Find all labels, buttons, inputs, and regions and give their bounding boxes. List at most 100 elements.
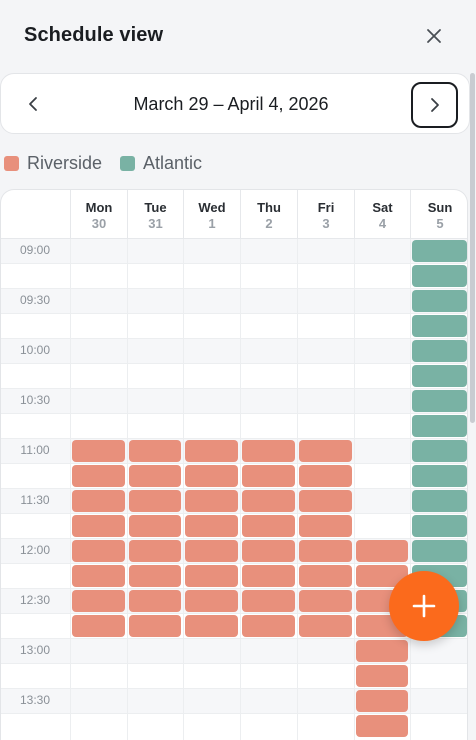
event-block-riverside[interactable] [242, 440, 295, 462]
event-block-riverside[interactable] [129, 440, 181, 462]
close-icon [427, 29, 441, 43]
legend-item-riverside: Riverside [4, 153, 102, 174]
plus-icon [412, 594, 436, 618]
day-name: Fri [317, 200, 335, 215]
event-block-riverside[interactable] [242, 540, 295, 562]
calendar-grid: 09:00 09:30 10:00 10:30 11:00 11:30 12:00 12:30… [0, 189, 468, 740]
event-block-riverside[interactable] [185, 440, 238, 462]
day-name: Mon [85, 200, 113, 215]
time-label: 10:00 [19, 343, 51, 357]
event-block-atlantic[interactable] [412, 240, 467, 262]
event-block-riverside[interactable] [72, 565, 125, 587]
previous-week-button[interactable] [19, 90, 47, 118]
event-block-riverside[interactable] [356, 640, 408, 662]
event-block-riverside[interactable] [356, 690, 408, 712]
event-block-riverside[interactable] [72, 490, 125, 512]
event-block-riverside[interactable] [356, 715, 408, 737]
event-block-atlantic[interactable] [412, 465, 467, 487]
event-block-riverside[interactable] [242, 465, 295, 487]
day-name: Sun [427, 200, 453, 215]
event-block-riverside[interactable] [129, 515, 181, 537]
next-week-button[interactable] [411, 82, 458, 128]
time-label: 13:00 [19, 643, 51, 657]
event-block-atlantic[interactable] [412, 515, 467, 537]
event-block-atlantic[interactable] [412, 340, 467, 362]
event-block-riverside[interactable] [129, 615, 181, 637]
time-label: 09:30 [19, 293, 51, 307]
scrollbar[interactable] [470, 73, 475, 423]
legend-label: Riverside [27, 152, 103, 173]
event-block-riverside[interactable] [299, 615, 352, 637]
event-block-riverside[interactable] [72, 515, 125, 537]
column-divider [240, 238, 241, 740]
event-block-atlantic[interactable] [412, 365, 467, 387]
time-slot-row[interactable] [1, 363, 467, 388]
event-block-atlantic[interactable] [412, 415, 467, 437]
event-block-riverside[interactable] [129, 465, 181, 487]
column-divider [183, 238, 184, 740]
event-block-riverside[interactable] [72, 615, 125, 637]
header-divider [1, 238, 467, 239]
event-block-riverside[interactable] [242, 615, 295, 637]
event-block-riverside[interactable] [356, 665, 408, 687]
event-block-riverside[interactable] [129, 565, 181, 587]
time-slot-row[interactable] [1, 313, 467, 338]
event-block-atlantic[interactable] [412, 540, 467, 562]
event-block-riverside[interactable] [72, 540, 125, 562]
event-block-riverside[interactable] [299, 540, 352, 562]
event-block-riverside[interactable] [185, 515, 238, 537]
event-block-riverside[interactable] [299, 490, 352, 512]
event-block-atlantic[interactable] [412, 440, 467, 462]
close-button[interactable] [420, 22, 448, 50]
event-block-riverside[interactable] [185, 465, 238, 487]
event-block-riverside[interactable] [299, 565, 352, 587]
time-slot-row[interactable]: 09:00 [1, 238, 467, 263]
event-block-riverside[interactable] [72, 440, 125, 462]
event-block-riverside[interactable] [129, 540, 181, 562]
event-block-atlantic[interactable] [412, 265, 467, 287]
add-event-button[interactable] [389, 571, 459, 641]
day-number: 4 [378, 216, 387, 231]
event-block-atlantic[interactable] [412, 290, 467, 312]
day-header-fri: Fri 3 [297, 190, 354, 238]
event-block-atlantic[interactable] [412, 315, 467, 337]
event-block-riverside[interactable] [129, 490, 181, 512]
time-slot-row[interactable]: 10:30 [1, 388, 467, 413]
day-number: 30 [91, 216, 107, 231]
event-block-riverside[interactable] [299, 465, 352, 487]
event-block-riverside[interactable] [129, 590, 181, 612]
event-block-riverside[interactable] [185, 615, 238, 637]
time-slot-row[interactable] [1, 263, 467, 288]
event-block-riverside[interactable] [185, 590, 238, 612]
chevron-right-icon [430, 98, 439, 112]
event-block-riverside[interactable] [299, 590, 352, 612]
day-name: Sat [372, 200, 393, 215]
time-slot-row[interactable] [1, 413, 467, 438]
event-block-riverside[interactable] [185, 540, 238, 562]
event-block-riverside[interactable] [299, 515, 352, 537]
day-header-sat: Sat 4 [354, 190, 410, 238]
event-block-riverside[interactable] [356, 540, 408, 562]
header-bar: Schedule view [0, 0, 476, 72]
event-block-riverside[interactable] [242, 590, 295, 612]
event-block-riverside[interactable] [185, 490, 238, 512]
legend-swatch [4, 155, 19, 171]
event-block-riverside[interactable] [242, 490, 295, 512]
day-name: Wed [198, 200, 226, 215]
column-divider [70, 238, 71, 740]
event-block-atlantic[interactable] [412, 390, 467, 412]
event-block-riverside[interactable] [72, 465, 125, 487]
day-number: 1 [208, 216, 216, 231]
event-block-riverside[interactable] [185, 565, 238, 587]
event-block-riverside[interactable] [242, 515, 295, 537]
day-name: Thu [257, 200, 281, 215]
time-slot-row[interactable]: 10:00 [1, 338, 467, 363]
event-block-riverside[interactable] [72, 590, 125, 612]
legend-swatch [120, 155, 136, 171]
event-block-riverside[interactable] [242, 565, 295, 587]
day-header-tue: Tue 31 [127, 190, 183, 238]
day-number: 5 [436, 216, 444, 231]
time-slot-row[interactable]: 09:30 [1, 288, 467, 313]
event-block-atlantic[interactable] [412, 490, 467, 512]
event-block-riverside[interactable] [299, 440, 352, 462]
